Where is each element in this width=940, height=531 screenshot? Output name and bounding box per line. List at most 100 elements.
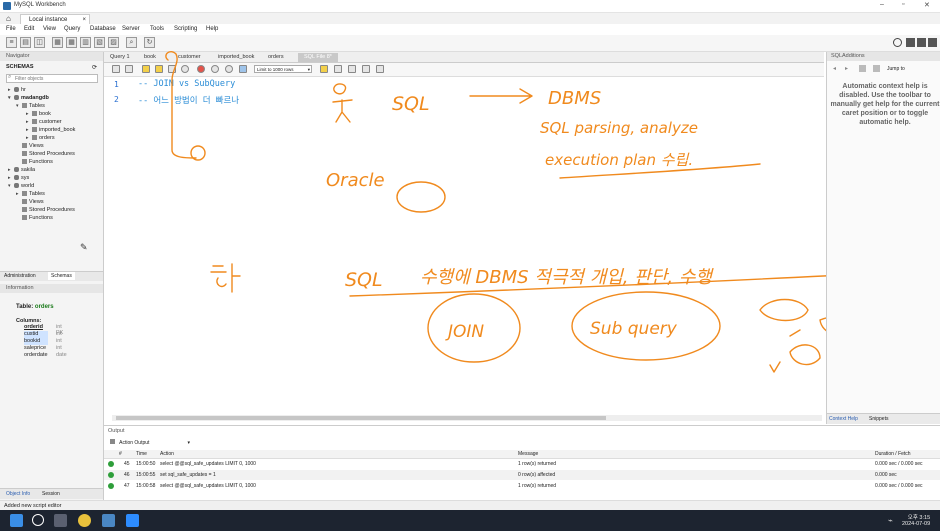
tab-customer[interactable]: customer xyxy=(172,53,207,62)
create-table-icon[interactable]: ▦ xyxy=(66,37,77,48)
panel-toggle-right-icon[interactable] xyxy=(928,38,937,47)
windows-start-icon[interactable] xyxy=(10,514,23,527)
menu-view[interactable]: View xyxy=(43,26,56,32)
tray-clock[interactable]: 오후 3:15 2024-07-09 xyxy=(902,513,930,527)
tab-context-help[interactable]: Context Help xyxy=(829,416,858,422)
close-icon[interactable]: ✕ xyxy=(924,1,930,9)
tree-schema-world[interactable]: ▾ world xyxy=(8,183,34,189)
reconnect-icon[interactable]: ↻ xyxy=(144,37,155,48)
toggle-continue-on-error-icon[interactable] xyxy=(197,65,205,73)
col-time: Time xyxy=(136,451,147,457)
settings-icon[interactable] xyxy=(893,38,902,47)
menu-file[interactable]: File xyxy=(6,26,16,32)
instance-tab[interactable]: Local instance MySQL80 × xyxy=(20,14,90,33)
tree-schema-madangdb[interactable]: ▾ madangdb xyxy=(8,95,49,101)
save-icon[interactable] xyxy=(125,65,133,73)
explain-icon[interactable] xyxy=(168,65,176,73)
search-icon[interactable] xyxy=(32,514,44,526)
nav-forward-icon[interactable]: ▸ xyxy=(845,65,848,72)
add-to-snippets-icon[interactable] xyxy=(320,65,328,73)
tree-functions[interactable]: Functions xyxy=(16,159,53,165)
tab-book[interactable]: book xyxy=(138,53,162,62)
open-inspector-icon[interactable]: ◫ xyxy=(34,37,45,48)
context-help-icon[interactable] xyxy=(859,65,866,72)
menu-tools[interactable]: Tools xyxy=(150,26,164,32)
tree-table-imported-book[interactable]: ▸ imported_book xyxy=(26,127,75,133)
tab-imported-book[interactable]: imported_book xyxy=(212,53,260,62)
tree-world-tables[interactable]: ▸ Tables xyxy=(16,191,45,197)
output-mode-select[interactable]: Action Output ▾ xyxy=(110,439,194,447)
table-row[interactable]: 45 15:00:50 select @@sql_safe_updates LI… xyxy=(104,459,940,469)
invisible-chars-icon[interactable] xyxy=(362,65,370,73)
menu-server[interactable]: Server xyxy=(122,26,140,32)
menu-database[interactable]: Database xyxy=(90,26,116,32)
tray-network-icon[interactable]: ⌁ xyxy=(888,516,893,525)
wrap-lines-icon[interactable] xyxy=(376,65,384,73)
filter-objects-input[interactable] xyxy=(6,74,98,83)
tree-world-views[interactable]: Views xyxy=(16,199,44,205)
menu-help[interactable]: Help xyxy=(206,26,218,32)
task-view-icon[interactable] xyxy=(54,514,67,527)
open-sql-file-icon[interactable]: ▤ xyxy=(20,37,31,48)
chrome-icon[interactable] xyxy=(78,514,91,527)
tab-administration[interactable]: Administration xyxy=(4,273,36,279)
editor-horizontal-scrollbar[interactable] xyxy=(112,415,822,421)
menu-query[interactable]: Query xyxy=(64,26,80,32)
tree-tables[interactable]: ▾ Tables xyxy=(16,103,45,109)
mysql-workbench-icon[interactable] xyxy=(102,514,115,527)
jump-to-label[interactable]: Jump to xyxy=(887,66,905,72)
table-icon xyxy=(32,135,37,141)
folder-icon xyxy=(22,159,27,165)
tab-query-1[interactable]: Query 1 xyxy=(104,53,136,62)
tree-table-orders[interactable]: ▸ orders xyxy=(26,135,55,141)
tree-schema-hr[interactable]: ▸ hr xyxy=(8,87,26,93)
nav-back-icon[interactable]: ◂ xyxy=(833,65,836,72)
execute-icon[interactable] xyxy=(142,65,150,73)
zoom-icon[interactable] xyxy=(126,514,139,527)
manual-help-icon[interactable] xyxy=(873,65,880,72)
panel-toggle-left-icon[interactable] xyxy=(906,38,915,47)
tab-object-info[interactable]: Object Info xyxy=(6,491,30,497)
beautify-icon[interactable] xyxy=(334,65,342,73)
create-procedure-icon[interactable]: ▧ xyxy=(94,37,105,48)
tree-schema-sakila[interactable]: ▸ sakila xyxy=(8,167,35,173)
tree-table-book[interactable]: ▸ book xyxy=(26,111,51,117)
tree-schema-sys[interactable]: ▸ sys xyxy=(8,175,29,181)
create-schema-icon[interactable]: ▦ xyxy=(52,37,63,48)
execute-current-icon[interactable] xyxy=(155,65,163,73)
tab-session[interactable]: Session xyxy=(42,491,60,497)
home-icon[interactable]: ⌂ xyxy=(6,14,11,23)
tree-world-functions[interactable]: Functions xyxy=(16,215,53,221)
commit-icon[interactable] xyxy=(211,65,219,73)
panel-toggle-bottom-icon[interactable] xyxy=(917,38,926,47)
tree-stored-procedures[interactable]: Stored Procedures xyxy=(16,151,75,157)
tab-snippets[interactable]: Snippets xyxy=(869,416,888,422)
tab-orders[interactable]: orders xyxy=(262,53,290,62)
scrollbar-thumb[interactable] xyxy=(116,416,606,420)
maximize-icon[interactable]: ▫ xyxy=(902,1,904,8)
table-row[interactable]: 46 15:00:55 set sql_safe_updates = 1 0 r… xyxy=(104,470,940,480)
rollback-icon[interactable] xyxy=(225,65,233,73)
tree-table-customer[interactable]: ▸ customer xyxy=(26,119,62,125)
tab-schemas[interactable]: Schemas xyxy=(48,272,75,280)
table-row[interactable]: 47 15:00:58 select @@sql_safe_updates LI… xyxy=(104,481,940,491)
menu-edit[interactable]: Edit xyxy=(24,26,34,32)
create-view-icon[interactable]: ▥ xyxy=(80,37,91,48)
new-sql-tab-icon[interactable]: ≡ xyxy=(6,37,17,48)
find-icon[interactable] xyxy=(348,65,356,73)
tree-views[interactable]: Views xyxy=(16,143,44,149)
auto-commit-icon[interactable] xyxy=(239,65,247,73)
search-table-data-icon[interactable]: ⌕ xyxy=(126,37,137,48)
open-file-icon[interactable] xyxy=(112,65,120,73)
tree-world-procedures[interactable]: Stored Procedures xyxy=(16,207,75,213)
sql-editor[interactable]: 1 -- JOIN vs SubQuery 2 -- 어느 방법이 더 빠르나 xyxy=(104,77,824,421)
stop-icon[interactable] xyxy=(181,65,189,73)
minimize-icon[interactable]: – xyxy=(880,1,884,8)
menu-scripting[interactable]: Scripting xyxy=(174,26,197,32)
limit-rows-select[interactable]: Limit to 1000 rows ▾ xyxy=(254,65,312,73)
main-toolbar: ≡ ▤ ◫ ▦ ▦ ▥ ▧ ▨ ⌕ ↻ xyxy=(0,35,940,52)
create-function-icon[interactable]: ▨ xyxy=(108,37,119,48)
tab-sql-file-8[interactable]: SQL File 8* xyxy=(298,53,338,62)
output-panel: Output Action Output ▾ # Time Action Mes… xyxy=(104,425,940,501)
schemas-refresh-icon[interactable]: ⟳ xyxy=(92,64,97,71)
